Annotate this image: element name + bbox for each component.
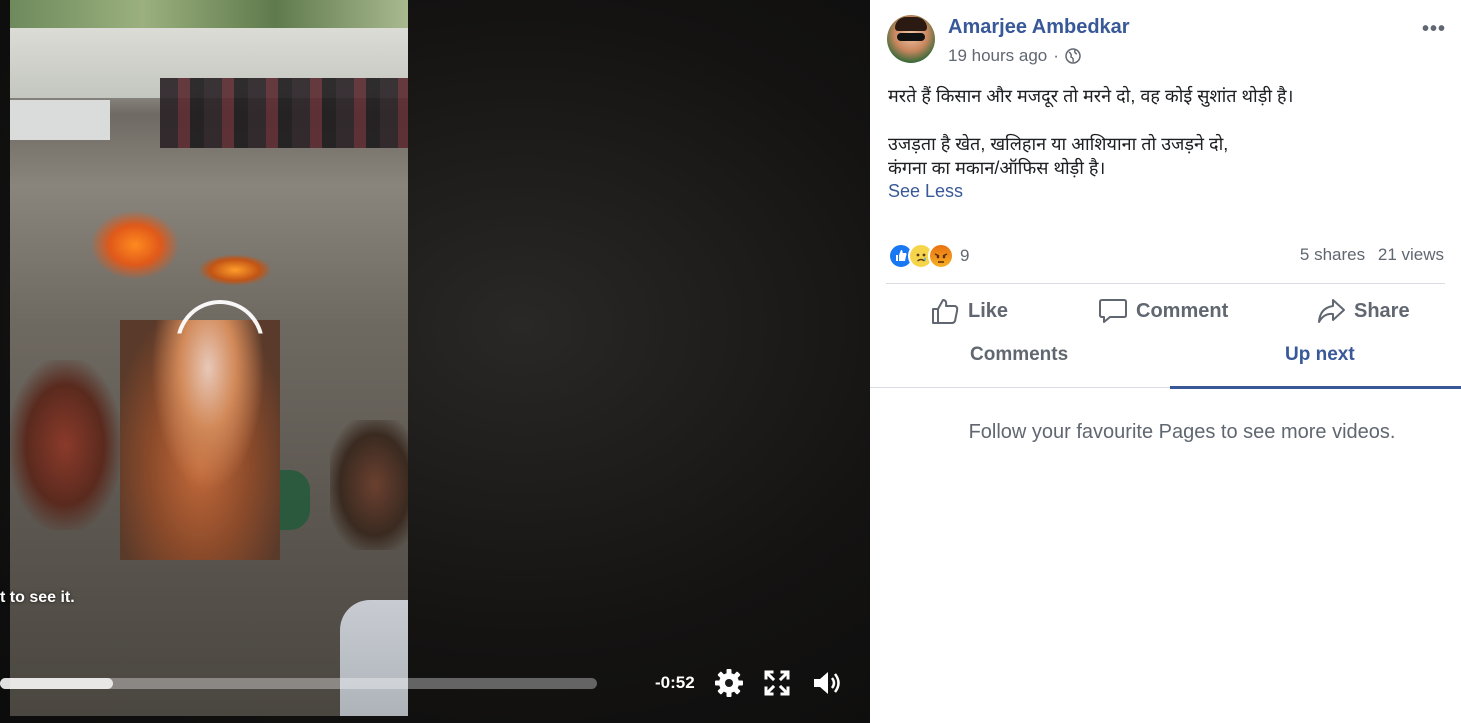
share-button[interactable]: Share [1316, 297, 1410, 325]
post-text: मरते हैं किसान और मजदूर तो मरने दो, वह क… [888, 84, 1448, 180]
post-text-line: मरते हैं किसान और मजदूर तो मरने दो, वह क… [888, 86, 1294, 106]
video-progress-fill [0, 678, 114, 689]
engagement-stats: 5 shares 21 views [1300, 245, 1444, 265]
video-motorbikes [160, 78, 408, 148]
video-person-right [330, 420, 408, 550]
video-overlay-text: t to see it. [0, 589, 75, 606]
post-panel: Amarjee Ambedkar 19 hours ago · ••• मरते… [870, 0, 1461, 723]
up-next-empty-message: Follow your favourite Pages to see more … [968, 421, 1396, 443]
video-progress-bar[interactable] [0, 678, 597, 689]
reactions-summary[interactable]: 9 [888, 243, 969, 269]
share-icon [1318, 299, 1345, 323]
views-count: 21 views [1377, 245, 1444, 264]
video-person-left [10, 360, 120, 530]
fullscreen-icon[interactable] [760, 666, 794, 700]
post-timestamp[interactable]: 19 hours ago [948, 46, 1047, 66]
share-label: Share [1354, 299, 1410, 322]
globe-icon [1065, 48, 1081, 64]
time-remaining: -0:52 [655, 673, 695, 692]
more-options-button[interactable]: ••• [1422, 18, 1446, 41]
avatar[interactable] [887, 15, 935, 63]
active-tab-indicator [1170, 386, 1461, 389]
angry-reaction-icon [928, 243, 954, 269]
volume-icon[interactable] [810, 666, 844, 700]
see-less-link[interactable]: See Less [888, 181, 963, 202]
video-bottom-figure [340, 600, 408, 716]
video-player[interactable]: t to see it. -0:52 [0, 0, 870, 723]
video-slab [10, 100, 110, 140]
post-meta: 19 hours ago · [948, 46, 1081, 66]
reaction-count: 9 [960, 246, 970, 265]
divider [886, 283, 1445, 284]
tab-comments[interactable]: Comments [970, 344, 1068, 366]
tab-up-next[interactable]: Up next [1285, 344, 1355, 366]
thumbs-up-icon [932, 299, 959, 324]
comment-button[interactable]: Comment [1098, 297, 1228, 325]
gear-icon[interactable] [712, 666, 746, 700]
author-name[interactable]: Amarjee Ambedkar [948, 16, 1130, 39]
like-label: Like [968, 299, 1009, 322]
comment-icon [1099, 299, 1127, 323]
avatar-hair [895, 17, 927, 31]
video-fire-small [200, 255, 270, 285]
like-button[interactable]: Like [930, 297, 1008, 325]
comment-label: Comment [1136, 299, 1229, 322]
blurred-region [120, 320, 280, 560]
post-text-line: कंगना का मकान/ऑफिस थोड़ी है। [888, 158, 1106, 178]
video-fire [90, 210, 180, 280]
post-text-line: उजड़ता है खेत, खलिहान या आशियाना तो उजड़… [888, 134, 1229, 154]
video-frame[interactable] [10, 0, 408, 716]
avatar-glasses [897, 33, 925, 41]
shares-count[interactable]: 5 shares [1300, 245, 1365, 264]
meta-separator: · [1053, 46, 1059, 65]
